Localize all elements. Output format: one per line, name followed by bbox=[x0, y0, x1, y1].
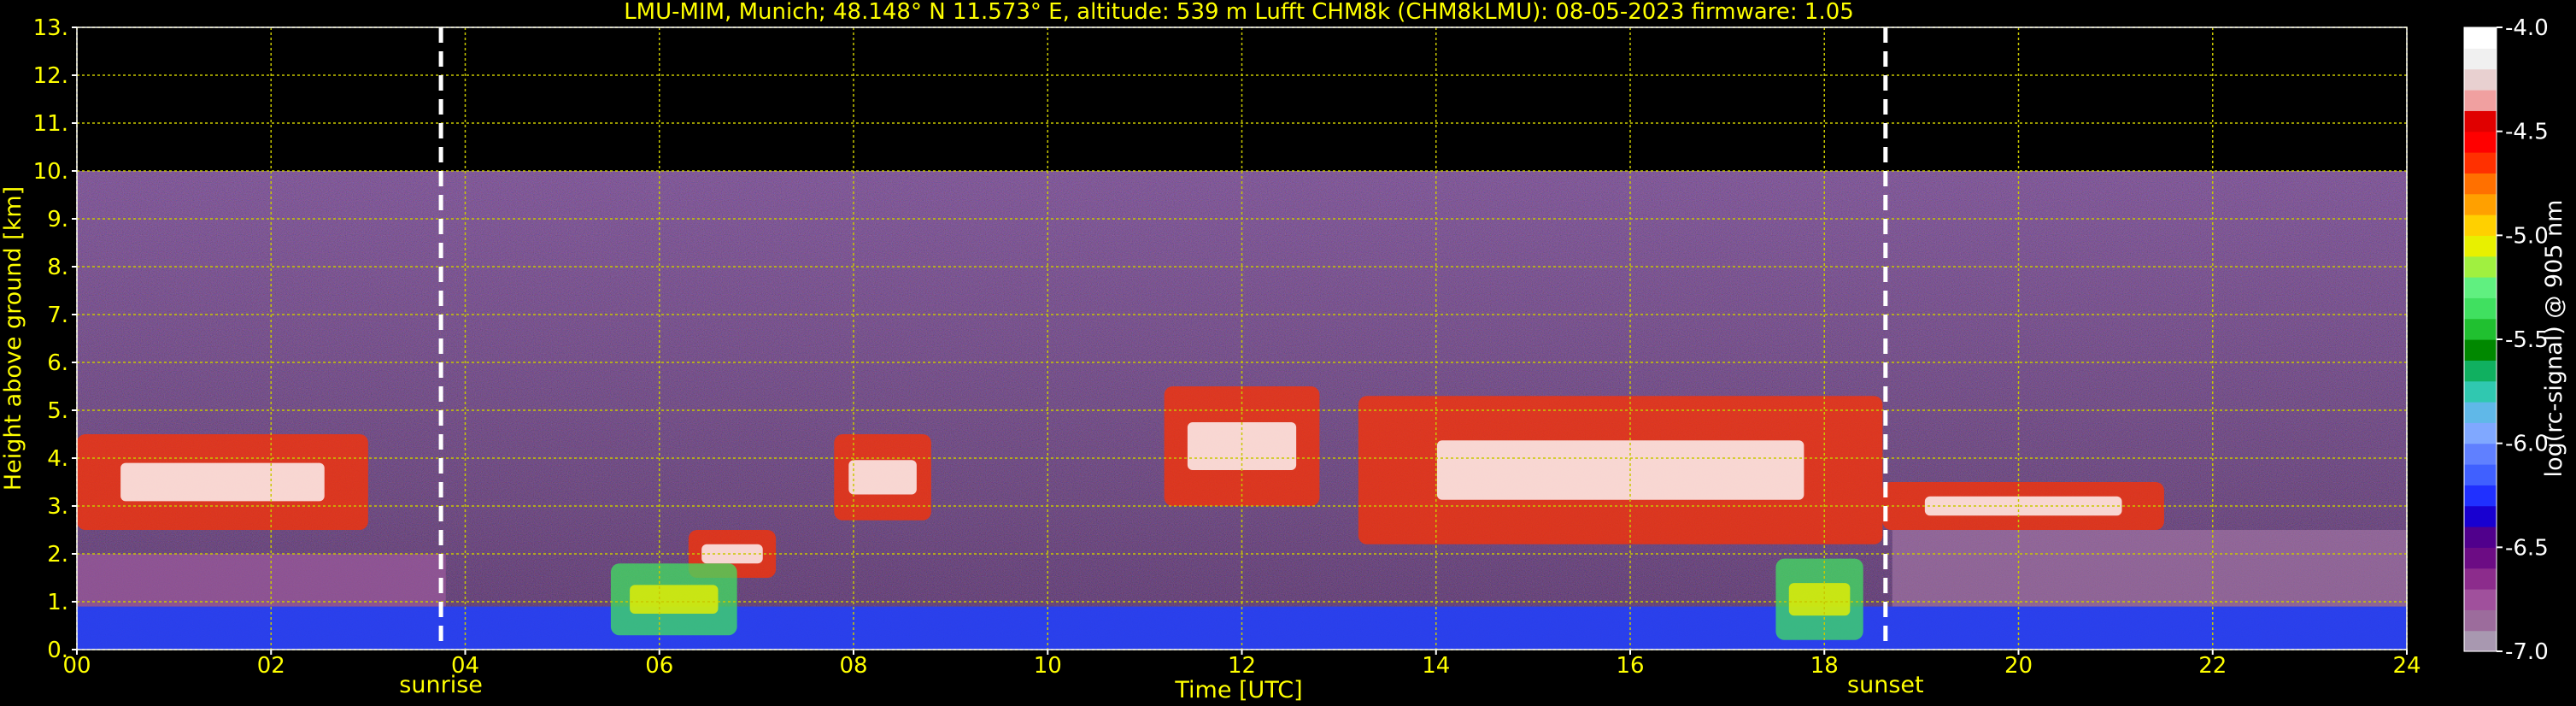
colorbar-swatch bbox=[2464, 215, 2497, 236]
cloud-layer-core-0 bbox=[120, 462, 325, 502]
colorbar-swatch bbox=[2464, 443, 2497, 465]
colorbar-swatch bbox=[2464, 422, 2497, 444]
x-tick-label: 08 bbox=[839, 653, 867, 679]
y-tick-label: 4. bbox=[47, 446, 68, 472]
colorbar-swatch bbox=[2464, 568, 2497, 590]
colorbar-swatch bbox=[2464, 589, 2497, 610]
y-tick-label: 0. bbox=[47, 638, 68, 663]
colorbar-swatch bbox=[2464, 297, 2497, 320]
evening-residual-layer bbox=[1892, 530, 2407, 607]
x-tick-label: 24 bbox=[2392, 653, 2421, 679]
y-tick-label: 9. bbox=[47, 207, 68, 232]
colorbar-swatch bbox=[2464, 318, 2497, 340]
colorbar-label: log(rc-signal) @ 905 nm bbox=[2541, 200, 2567, 478]
colorbar-swatch bbox=[2464, 360, 2497, 382]
colorbar-swatch bbox=[2464, 609, 2497, 632]
colorbar-swatch bbox=[2464, 173, 2497, 195]
colorbar-swatch bbox=[2464, 485, 2497, 507]
colorbar-swatch bbox=[2464, 110, 2497, 132]
boundary-layer-core-7 bbox=[1788, 583, 1851, 616]
x-tick-label: 14 bbox=[1422, 653, 1450, 679]
colorbar-swatch bbox=[2464, 193, 2497, 215]
x-tick-label: 10 bbox=[1034, 653, 1062, 679]
colorbar-swatch bbox=[2464, 131, 2497, 153]
sunset-label: sunset bbox=[1847, 672, 1924, 698]
colorbar-tick-label: -4.0 bbox=[2505, 15, 2549, 41]
colorbar-swatch bbox=[2464, 547, 2497, 569]
colorbar-swatch bbox=[2464, 527, 2497, 548]
colorbar-swatch bbox=[2464, 235, 2497, 257]
ceilometer-chart: sunrise sunset 00 02 04 06 08 10 12 14 16 18 20 22 24… bbox=[0, 0, 2567, 703]
colorbar-swatch bbox=[2464, 48, 2497, 70]
colorbar-tick-label: -6.5 bbox=[2505, 535, 2549, 561]
colorbar-swatch bbox=[2464, 152, 2497, 174]
y-tick-label: 6. bbox=[47, 350, 68, 376]
colorbar-swatch bbox=[2464, 277, 2497, 298]
y-tick-label: 13. bbox=[33, 15, 68, 41]
x-tick-label: 22 bbox=[2198, 653, 2227, 679]
y-tick-label: 2. bbox=[47, 542, 68, 568]
x-tick-label: 20 bbox=[2004, 653, 2033, 679]
colorbar-tick-label: -4.5 bbox=[2505, 120, 2549, 145]
colorbar-swatch bbox=[2464, 630, 2497, 652]
y-axis-label: Height above ground [km] bbox=[0, 186, 26, 491]
cloud-layer-core-4 bbox=[1436, 440, 1804, 500]
colorbar-swatch bbox=[2464, 68, 2497, 91]
y-tick-label: 1. bbox=[47, 590, 68, 615]
colorbar-swatch bbox=[2464, 380, 2497, 403]
colorbar-swatch bbox=[2464, 339, 2497, 361]
x-tick-label: 12 bbox=[1228, 653, 1256, 679]
colorbar-swatch bbox=[2464, 256, 2497, 278]
x-axis-label: Time [UTC] bbox=[1174, 677, 1302, 703]
colorbar-swatch bbox=[2464, 402, 2497, 423]
colorbar-swatch bbox=[2464, 90, 2497, 111]
y-tick-label: 8. bbox=[47, 255, 68, 280]
y-tick-label: 11. bbox=[33, 111, 68, 137]
chart-title: LMU-MIM, Munich; 48.148° N 11.573° E, al… bbox=[624, 0, 1854, 25]
colorbar-swatch bbox=[2464, 464, 2497, 485]
x-tick-label: 06 bbox=[645, 653, 673, 679]
colorbar: -4.0-4.5-5.0-5.5-6.0-6.5-7.0 bbox=[2463, 15, 2549, 665]
y-tick-label: 3. bbox=[47, 494, 68, 520]
x-tick-label: 16 bbox=[1616, 653, 1644, 679]
y-tick-label: 10. bbox=[33, 159, 68, 185]
residual-layer bbox=[77, 554, 446, 607]
y-tick-label: 7. bbox=[47, 303, 68, 328]
y-tick-label: 12. bbox=[33, 63, 68, 89]
colorbar-swatch bbox=[2464, 505, 2497, 527]
x-tick-label: 02 bbox=[257, 653, 285, 679]
boundary-layer-core-6 bbox=[630, 585, 719, 614]
cloud-layer-core-2 bbox=[848, 460, 917, 495]
colorbar-tick-label: -7.0 bbox=[2505, 639, 2549, 665]
colorbar-swatch bbox=[2464, 27, 2497, 49]
x-tick-label: 18 bbox=[1810, 653, 1839, 679]
x-tick-label: 04 bbox=[451, 653, 479, 679]
y-tick-label: 5. bbox=[47, 398, 68, 424]
